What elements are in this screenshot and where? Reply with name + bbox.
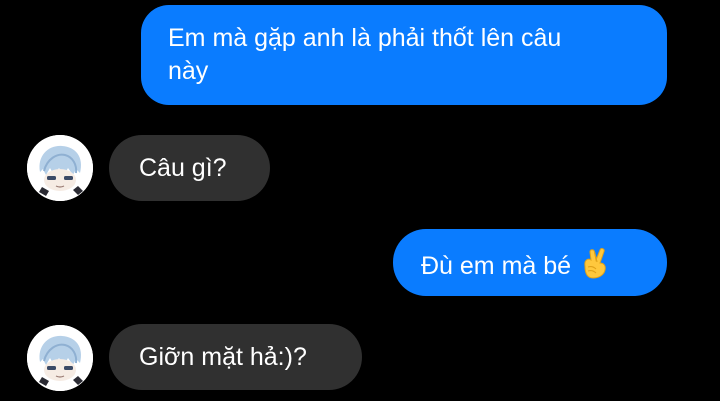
message-text: Đù em mà bé: [421, 252, 572, 280]
message-text: Câu gì?: [139, 154, 227, 182]
message-text: Giỡn mặt hả:)?: [139, 343, 307, 371]
contact-avatar[interactable]: [27, 135, 93, 201]
received-message-bubble[interactable]: Câu gì?: [109, 135, 270, 201]
received-message-bubble[interactable]: Giỡn mặt hả:)?: [109, 324, 362, 390]
crossed-fingers-emoji-icon: [579, 247, 609, 279]
message-text: Em mà gặp anh là phải thốt lên câu: [168, 24, 562, 52]
anime-chibi-avatar-icon: [27, 325, 93, 391]
anime-chibi-avatar-icon: [27, 135, 93, 201]
sent-message-bubble[interactable]: Đù em mà bé: [393, 229, 667, 296]
contact-avatar[interactable]: [27, 325, 93, 391]
sent-message-bubble[interactable]: Em mà gặp anh là phải thốt lên câu này: [141, 5, 667, 105]
message-text: này: [168, 57, 209, 85]
